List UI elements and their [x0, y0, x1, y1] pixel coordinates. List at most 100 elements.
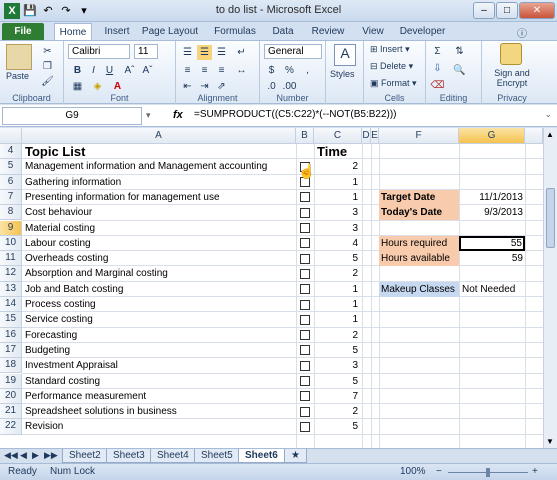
row-header[interactable]: 19	[0, 373, 22, 389]
tab-page-layout[interactable]: Page Layout	[140, 23, 200, 40]
row-header[interactable]: 9	[0, 220, 22, 236]
tab-data[interactable]: Data	[268, 23, 298, 40]
topic-cell[interactable]: Presenting information for management us…	[25, 190, 315, 205]
name-box-dropdown-icon[interactable]: ▾	[146, 110, 151, 121]
zoom-in-icon[interactable]: +	[532, 466, 538, 477]
column-header-e[interactable]: E	[371, 128, 379, 144]
comma-button[interactable]: ,	[300, 63, 315, 78]
column-header-f[interactable]: F	[379, 128, 459, 144]
time-cell[interactable]: 2	[314, 266, 358, 281]
topic-cell[interactable]: Performance measurement	[25, 389, 315, 404]
format-painter-icon[interactable]: 🖌	[40, 74, 55, 89]
time-cell[interactable]: 5	[314, 251, 358, 266]
borders-icon[interactable]: ▦	[70, 79, 85, 94]
increase-indent-icon[interactable]: ⇥	[197, 79, 212, 94]
tab-view[interactable]: View	[358, 23, 388, 40]
row-header[interactable]: 4	[0, 144, 22, 160]
time-cell[interactable]: 1	[314, 175, 358, 190]
time-cell[interactable]: 7	[314, 389, 358, 404]
row-header[interactable]: 8	[0, 205, 22, 221]
grow-font-icon[interactable]: Aˆ	[122, 63, 137, 78]
fill-icon[interactable]: ⇩	[430, 61, 445, 76]
font-name-select[interactable]: Calibri	[68, 44, 130, 59]
scroll-up-icon[interactable]: ▲	[546, 130, 554, 139]
fill-color-icon[interactable]: ◈	[90, 79, 105, 94]
maximize-button[interactable]: □	[496, 2, 518, 19]
underline-button[interactable]: U	[102, 63, 117, 78]
row-header[interactable]: 10	[0, 235, 22, 252]
hours-available-value[interactable]: 59	[459, 251, 523, 266]
topic-cell[interactable]: Material costing	[25, 221, 315, 236]
topic-cell[interactable]: Standard costing	[25, 374, 315, 389]
minimize-button[interactable]: –	[473, 2, 495, 19]
topic-cell[interactable]: Gathering information	[25, 175, 315, 190]
align-right-icon[interactable]: ≡	[214, 63, 229, 78]
topic-checkbox[interactable]	[300, 406, 310, 417]
align-top-icon[interactable]: ☰	[180, 45, 195, 60]
row-header[interactable]: 18	[0, 358, 22, 374]
column-header-d[interactable]: D	[362, 128, 371, 144]
todays-date-value[interactable]: 9/3/2013	[459, 205, 523, 220]
zoom-slider-thumb[interactable]	[486, 468, 490, 477]
copy-icon[interactable]: ❐	[40, 59, 55, 74]
prev-sheet-icon[interactable]: ◀	[20, 450, 27, 461]
name-box[interactable]: G9	[2, 107, 142, 125]
row-header[interactable]: 6	[0, 174, 22, 190]
orientation-icon[interactable]: ⇗	[214, 79, 229, 94]
align-bottom-icon[interactable]: ☰	[214, 45, 229, 60]
topic-cell[interactable]: Management information and Management ac…	[25, 159, 315, 174]
tab-formulas[interactable]: Formulas	[211, 23, 259, 40]
scroll-thumb[interactable]	[546, 188, 555, 248]
time-cell[interactable]: 3	[314, 205, 358, 220]
format-cells-button[interactable]: ▣ Format ▾	[370, 78, 417, 89]
column-header-c[interactable]: C	[314, 128, 362, 144]
time-cell[interactable]: 2	[314, 159, 358, 174]
decrease-decimal-icon[interactable]: .00	[282, 79, 297, 94]
wrap-text-icon[interactable]: ↵	[234, 45, 249, 60]
topic-checkbox[interactable]	[300, 284, 310, 295]
help-icon[interactable]: ⓘ	[517, 25, 527, 40]
topic-cell[interactable]: Job and Batch costing	[25, 282, 315, 297]
zoom-level[interactable]: 100%	[400, 466, 426, 477]
topic-checkbox[interactable]	[300, 223, 310, 233]
currency-button[interactable]: $	[264, 63, 279, 78]
tab-review[interactable]: Review	[308, 23, 348, 40]
time-cell[interactable]: 5	[314, 343, 358, 358]
sort-filter-icon[interactable]: ⇅	[452, 44, 467, 59]
topic-checkbox[interactable]	[300, 421, 310, 432]
insert-cells-button[interactable]: ⊞ Insert ▾	[370, 44, 410, 55]
topic-checkbox[interactable]	[300, 391, 310, 402]
align-middle-icon[interactable]: ☰	[197, 45, 212, 60]
font-size-select[interactable]: 11	[134, 44, 158, 59]
topic-cell[interactable]: Budgeting	[25, 343, 315, 358]
sheet-tab-sheet3[interactable]: Sheet3	[106, 449, 152, 463]
insert-function-button[interactable]: fx	[173, 109, 183, 121]
select-all-corner[interactable]	[0, 128, 22, 144]
first-sheet-icon[interactable]: ◀◀	[4, 450, 18, 461]
time-cell[interactable]: 5	[314, 419, 358, 434]
italic-button[interactable]: I	[86, 63, 101, 78]
cut-icon[interactable]: ✂	[40, 44, 55, 59]
time-cell[interactable]: 3	[314, 221, 358, 236]
topic-checkbox[interactable]	[300, 299, 310, 310]
topic-checkbox[interactable]	[300, 360, 310, 371]
worksheet-grid[interactable]: A B C D E F G 4 5 6 7 8 9 10 11 12 13 14 15 16 17 18 19…	[0, 128, 557, 448]
time-cell[interactable]: 3	[314, 358, 358, 373]
topic-cell[interactable]: Revision	[25, 419, 315, 434]
row-header[interactable]: 13	[0, 281, 22, 297]
topic-checkbox[interactable]	[300, 253, 310, 264]
topic-cell[interactable]: Spreadsheet solutions in business	[25, 404, 315, 419]
paste-button[interactable]: Paste	[6, 71, 29, 81]
topic-cell[interactable]: Service costing	[25, 312, 315, 327]
row-header[interactable]: 21	[0, 404, 22, 420]
tab-home[interactable]: Home	[54, 23, 92, 40]
row-header[interactable]: 17	[0, 342, 22, 359]
target-date-label[interactable]: Target Date	[379, 189, 459, 206]
autosum-icon[interactable]: Σ	[430, 44, 445, 59]
column-header-a[interactable]: A	[22, 128, 296, 144]
sheet-tab-sheet6[interactable]: Sheet6	[238, 449, 285, 463]
merge-center-icon[interactable]: ↔	[234, 63, 249, 78]
row-header[interactable]: 22	[0, 419, 22, 435]
shrink-font-icon[interactable]: Aˇ	[140, 63, 155, 78]
row-header[interactable]: 20	[0, 388, 22, 405]
